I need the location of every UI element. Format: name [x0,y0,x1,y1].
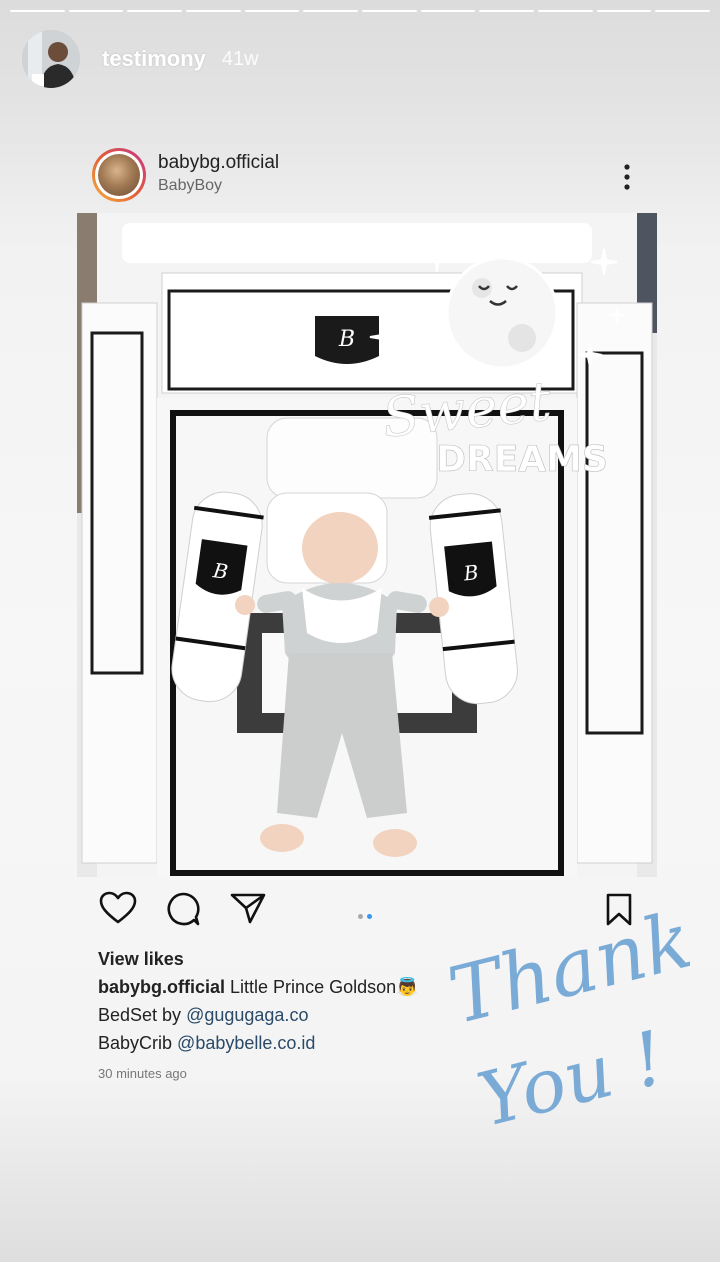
post-avatar[interactable] [92,148,146,202]
progress-segment [186,10,241,12]
post-username[interactable]: babybg.official [158,152,279,174]
crest-emblem: B [315,316,379,364]
mention-link[interactable]: @babybelle.co.id [177,1033,315,1053]
svg-text:B: B [462,560,480,586]
progress-segment [10,10,65,12]
mention-link[interactable]: @gugugaga.co [186,1005,308,1025]
angel-emoji-icon: 👼 [396,977,419,997]
svg-text:B: B [338,327,355,352]
carousel-dot-active [367,914,372,919]
story-header: testimony 41w [22,28,259,90]
caption-username[interactable]: babybg.official [98,977,225,997]
progress-segment [303,10,359,12]
post-header: babybg.official BabyBoy [92,146,652,206]
caption-text: Little Prince Goldson [230,977,397,997]
story-time: 41w [221,47,259,70]
dreams-sticker-text: DREAMS [436,439,608,480]
thank-you-sticker: Thank You ! [441,900,690,1144]
carousel-dot [358,914,363,919]
progress-segment [68,10,124,12]
progress-segment [538,10,593,12]
progress-segment [596,10,652,12]
carousel-indicator [356,906,374,924]
progress-segment [127,10,183,12]
comment-icon[interactable] [164,890,202,928]
story-progress-bar [10,10,711,12]
you-sticker-text: You ! [470,1015,673,1144]
story-username[interactable]: testimony [102,46,206,72]
post-subtitle: BabyBoy [158,177,223,194]
like-heart-icon[interactable] [98,890,138,926]
progress-segment [655,10,711,12]
progress-segment [244,10,300,12]
post-photo[interactable]: B B B Sweet DREAMS [77,213,657,877]
progress-segment [420,10,476,12]
progress-segment [479,10,535,12]
story-avatar[interactable] [22,30,80,88]
more-options-icon[interactable] [622,162,632,192]
progress-segment [362,10,417,12]
caption-text: BedSet by [98,1005,182,1025]
share-send-icon[interactable] [228,890,268,926]
caption-text: BabyCrib [98,1033,173,1053]
svg-text:B: B [211,558,230,584]
moon-sticker [445,256,559,370]
